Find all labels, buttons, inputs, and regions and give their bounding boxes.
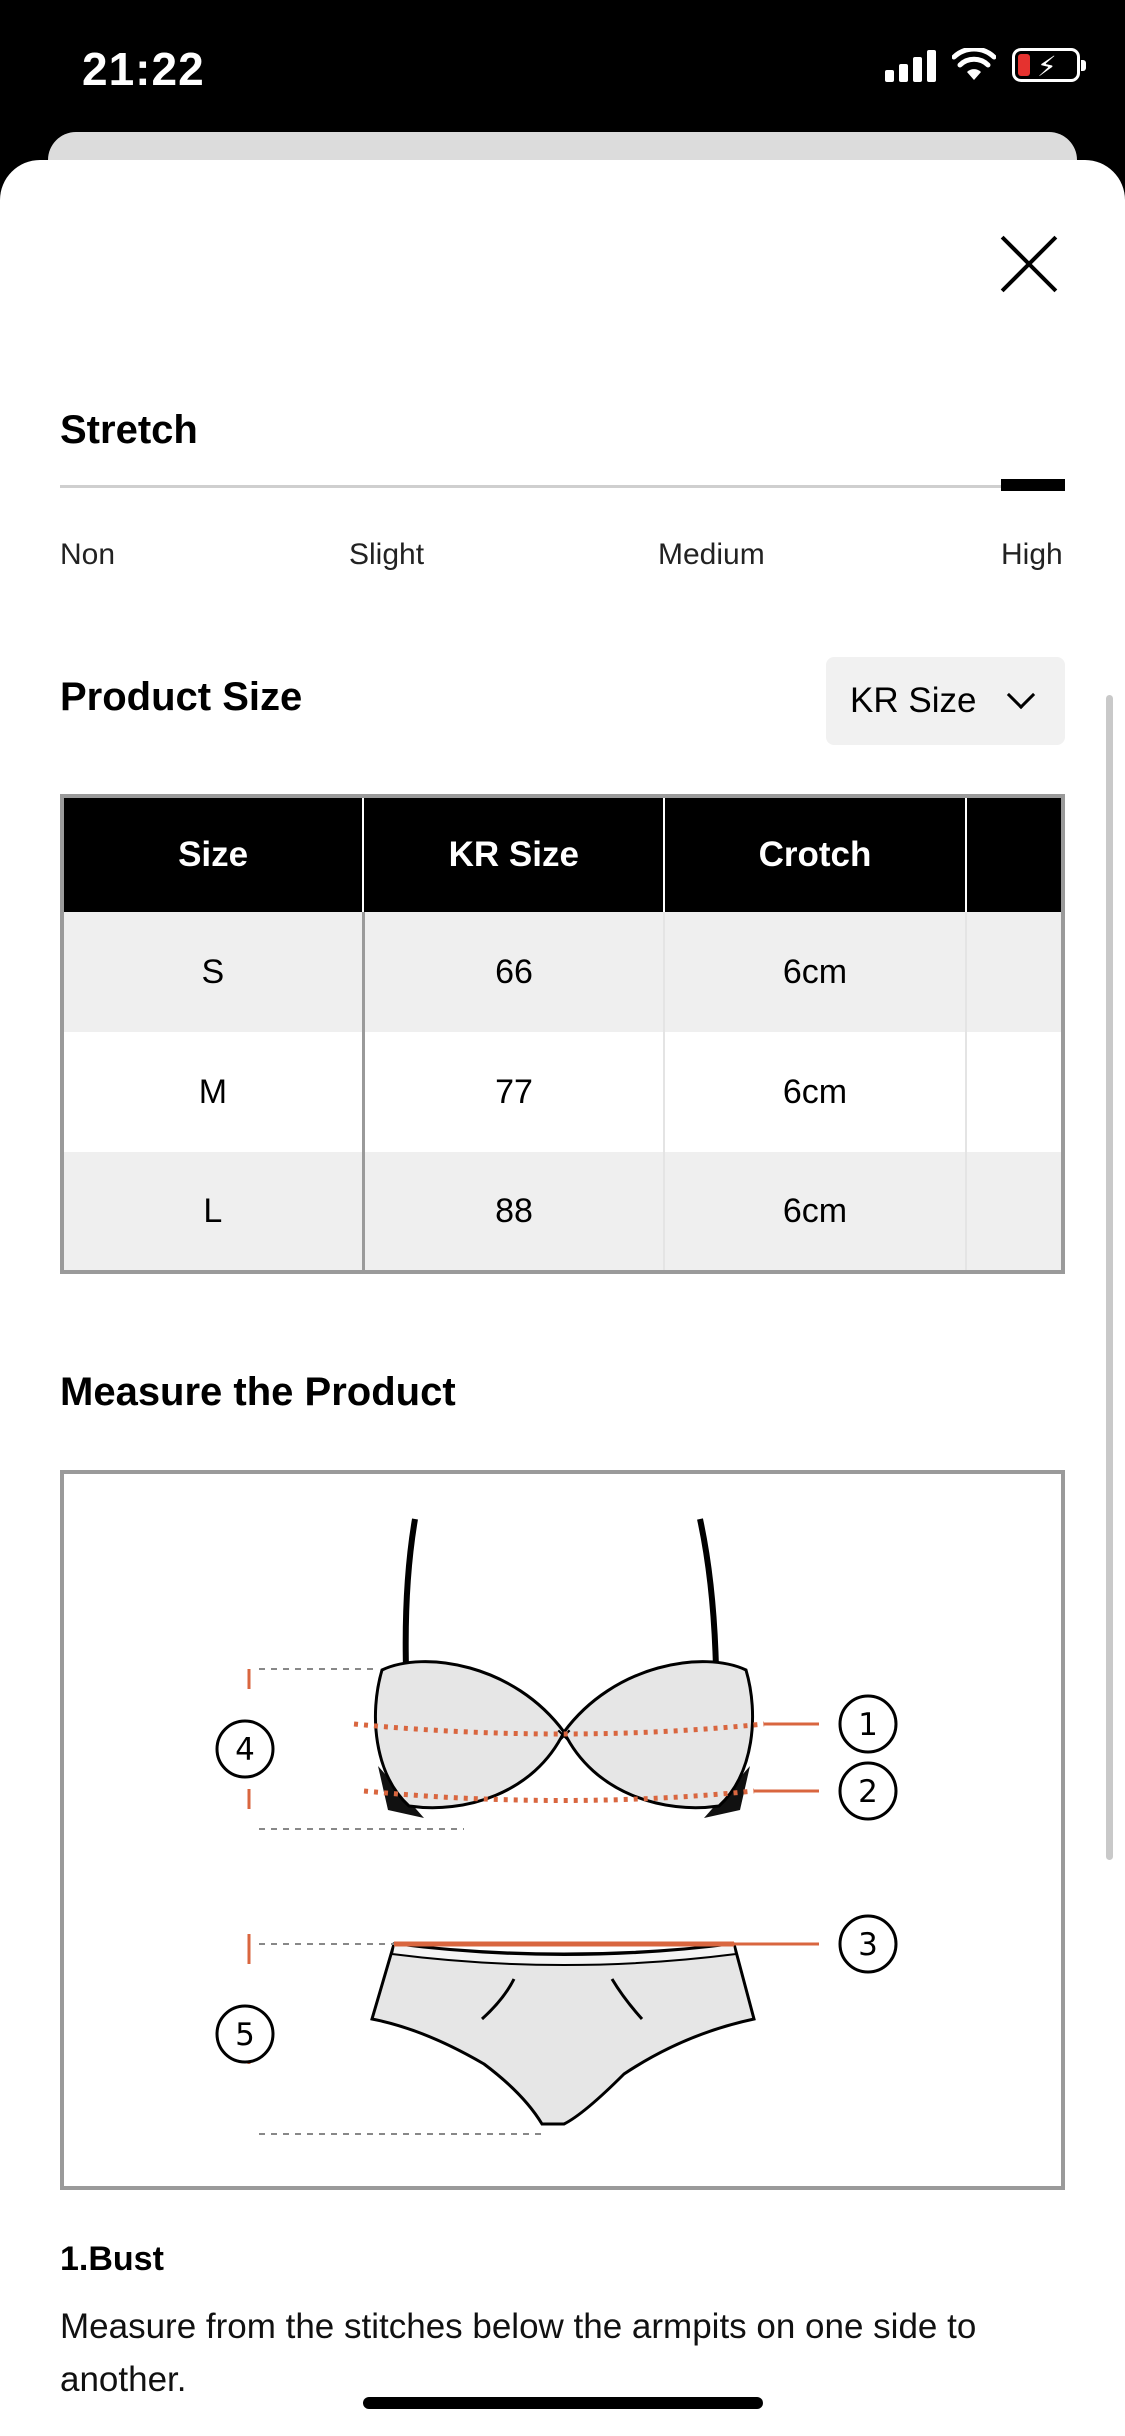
marker-4: 4: [215, 1719, 275, 1779]
table-cell: [965, 1152, 1065, 1272]
table-cell: M: [62, 1032, 365, 1152]
stretch-label-medium: Medium: [658, 538, 765, 571]
table-cell: 77: [363, 1032, 666, 1152]
table-row: S 66 6cm: [62, 912, 1065, 1032]
scrollbar[interactable]: [1106, 695, 1113, 1860]
marker-3: 3: [838, 1914, 898, 1974]
stretch-scale-track: [60, 485, 1065, 488]
stretch-label-high: High: [1001, 538, 1063, 571]
table-header: Size: [62, 796, 365, 912]
size-unit-dropdown[interactable]: KR Size: [826, 657, 1065, 745]
table-cell: S: [62, 912, 365, 1032]
svg-text:✕: ✕: [555, 1725, 573, 1750]
table-cell: 6cm: [664, 912, 967, 1032]
stretch-label-non: Non: [60, 538, 116, 571]
svg-text:5: 5: [235, 2017, 255, 2053]
table-header: KR Size: [363, 796, 666, 912]
marker-5: 5: [215, 2004, 275, 2064]
table-cell: 6cm: [664, 1032, 967, 1152]
table-cell: [965, 1032, 1065, 1152]
table-cell: 6cm: [664, 1152, 967, 1272]
table-row: L 88 6cm: [62, 1152, 1065, 1272]
svg-text:2: 2: [858, 1774, 878, 1810]
chevron-down-icon: [1006, 680, 1036, 710]
table-cell: 88: [363, 1152, 666, 1272]
stretch-scale-marker: [1001, 479, 1065, 491]
status-bar: 21:22 ⚡: [0, 0, 1125, 135]
status-time: 21:22: [82, 43, 205, 95]
marker-1: 1: [838, 1694, 898, 1754]
wifi-icon: [952, 48, 996, 80]
cellular-signal-icon: [885, 48, 936, 82]
measure-product-title: Measure the Product: [60, 1370, 456, 1414]
table-cell: L: [62, 1152, 365, 1272]
lingerie-diagram-image: ✕ 1 2 3 4 5: [215, 1518, 898, 2135]
table-cell: [965, 912, 1065, 1032]
bust-title: 1.Bust: [60, 2240, 164, 2278]
svg-text:4: 4: [235, 1732, 255, 1768]
bust-description: Measure from the stitches below the armp…: [60, 2307, 977, 2399]
size-guide-sheet: Stretch Non Slight Medium High Product S…: [0, 160, 1125, 2436]
status-icons: ⚡: [885, 48, 1086, 82]
table-header-row: Size KR Size Crotch: [62, 796, 1065, 912]
battery-icon: ⚡: [1012, 48, 1086, 82]
svg-text:3: 3: [858, 1927, 878, 1963]
stretch-title: Stretch: [60, 408, 198, 452]
table-header: Crotch: [664, 796, 967, 912]
table-header: [965, 796, 1065, 912]
table-cell: 66: [363, 912, 666, 1032]
size-unit-value: KR Size: [850, 681, 977, 720]
size-table: Size KR Size Crotch S 66 6cm M 77 6cm L …: [60, 794, 1065, 1274]
measurement-diagram: ✕ 1 2 3 4 5: [60, 1470, 1065, 2190]
stretch-label-slight: Slight: [349, 538, 425, 571]
home-indicator[interactable]: [363, 2397, 763, 2409]
svg-text:1: 1: [858, 1707, 878, 1743]
table-row: M 77 6cm: [62, 1032, 1065, 1152]
close-icon[interactable]: [995, 230, 1063, 298]
product-size-title: Product Size: [60, 675, 303, 719]
marker-2: 2: [838, 1761, 898, 1821]
